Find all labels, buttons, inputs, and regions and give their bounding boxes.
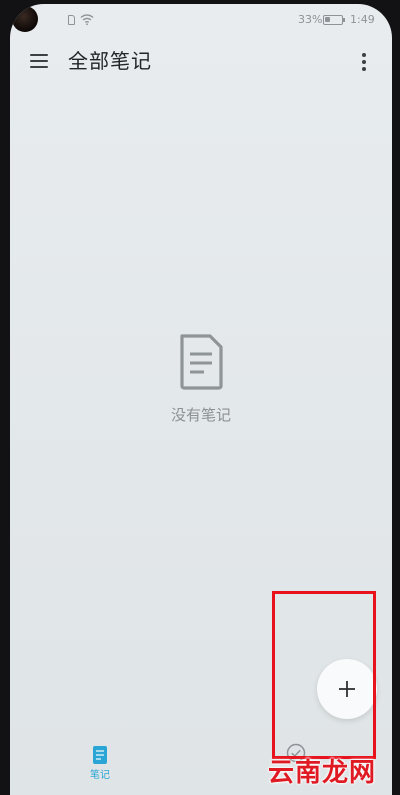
page-title: 全部笔记	[68, 49, 152, 73]
status-bar: 33% 1:49	[10, 4, 392, 40]
battery-cap	[343, 18, 345, 22]
battery-level-fill	[325, 17, 330, 22]
tab-notes-label: 笔记	[90, 770, 110, 781]
watermark: 云南龙网	[268, 758, 377, 788]
camera-hole	[12, 6, 38, 32]
empty-state-label: 没有笔记	[170, 406, 231, 424]
status-time: 1:49	[350, 13, 375, 26]
tab-notes[interactable]: 笔记	[82, 744, 118, 790]
wifi-icon	[80, 14, 94, 26]
highlight-box	[272, 591, 376, 759]
battery-icon	[323, 15, 343, 25]
battery-percent: 33%	[298, 13, 323, 26]
more-vertical-icon[interactable]	[352, 50, 376, 74]
hamburger-menu-icon[interactable]	[26, 48, 52, 74]
document-icon	[180, 334, 223, 390]
sim-icon	[68, 15, 75, 25]
note-icon	[93, 746, 107, 764]
